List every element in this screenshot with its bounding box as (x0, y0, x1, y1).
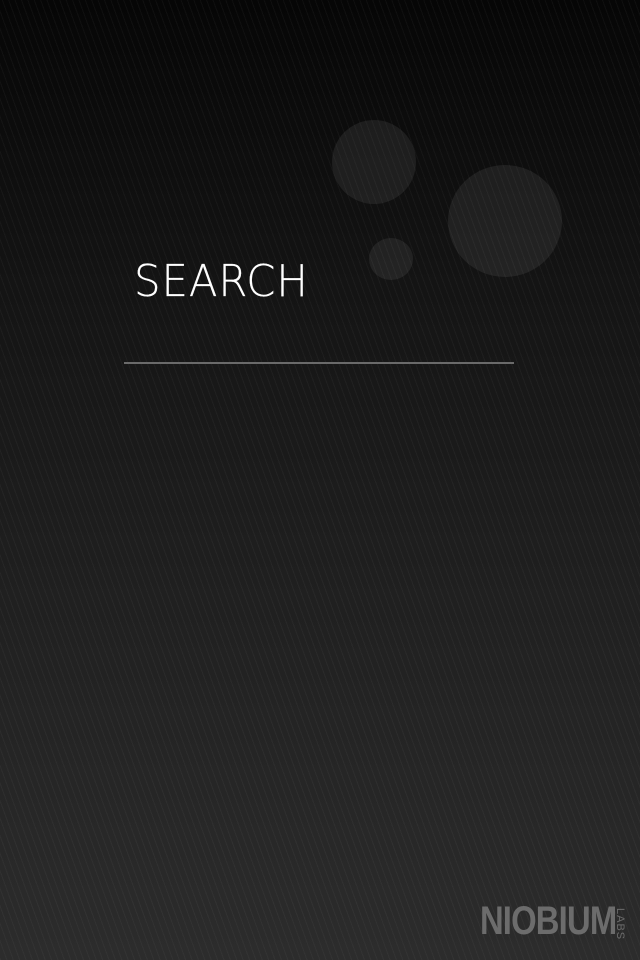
decorative-bubble (332, 120, 416, 204)
background-stripes (0, 0, 640, 960)
search-input[interactable] (124, 316, 514, 364)
search-screen: SEARCH NIOBIUM LABS (0, 0, 640, 960)
page-title: SEARCH (134, 256, 309, 307)
decorative-bubble (369, 238, 413, 280)
decorative-bubble (448, 165, 562, 277)
brand-logo: NIOBIUM LABS (450, 899, 626, 943)
brand-name: NIOBIUM (479, 899, 617, 943)
